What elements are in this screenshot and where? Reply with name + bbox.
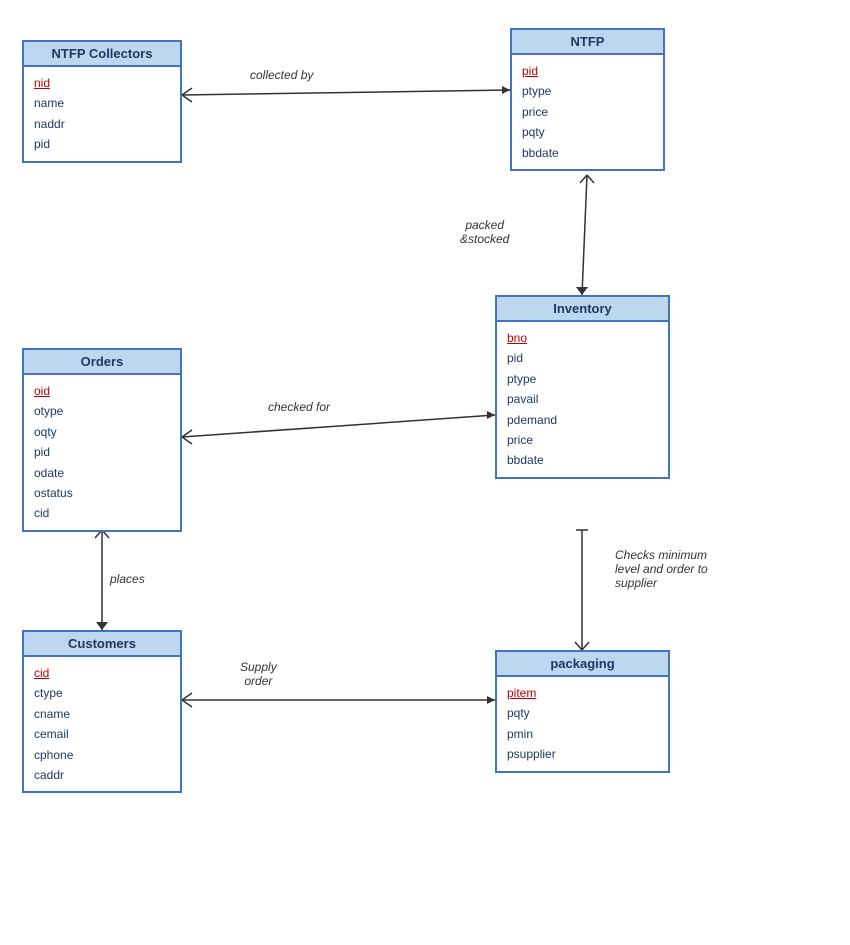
entity-orders: Orders oid otype oqty pid odate ostatus … xyxy=(22,348,182,532)
entity-inventory-body: bno pid ptype pavail pdemand price bbdat… xyxy=(497,322,668,477)
entity-customers-body: cid ctype cname cemail cphone caddr xyxy=(24,657,180,791)
attr-caddr: caddr xyxy=(34,765,170,785)
rel-label-supply-order: Supplyorder xyxy=(240,660,277,688)
attr-ostatus: ostatus xyxy=(34,483,170,503)
attr-cid-orders: cid xyxy=(34,503,170,523)
attr-oqty: oqty xyxy=(34,422,170,442)
attr-price-inventory: price xyxy=(507,430,658,450)
attr-otype: otype xyxy=(34,401,170,421)
rel-label-collected-by: collected by xyxy=(250,68,313,82)
entity-ntfp-collectors-title: NTFP Collectors xyxy=(24,42,180,67)
rel-label-places: places xyxy=(110,572,145,586)
attr-cname: cname xyxy=(34,704,170,724)
attr-pmin: pmin xyxy=(507,724,658,744)
attr-ptype-ntfp: ptype xyxy=(522,81,653,101)
attr-psupplier: psupplier xyxy=(507,744,658,764)
entity-customers: Customers cid ctype cname cemail cphone … xyxy=(22,630,182,793)
attr-price-ntfp: price xyxy=(522,102,653,122)
attr-bbdate-ntfp: bbdate xyxy=(522,143,653,163)
attr-bbdate-inventory: bbdate xyxy=(507,450,658,470)
attr-pid-inventory: pid xyxy=(507,348,658,368)
attr-odate: odate xyxy=(34,463,170,483)
attr-ctype: ctype xyxy=(34,683,170,703)
entity-inventory: Inventory bno pid ptype pavail pdemand p… xyxy=(495,295,670,479)
rel-label-checked-for: checked for xyxy=(268,400,330,414)
attr-pitem: pitem xyxy=(507,683,658,703)
attr-cphone: cphone xyxy=(34,745,170,765)
attr-nid: nid xyxy=(34,73,170,93)
entity-customers-title: Customers xyxy=(24,632,180,657)
attr-naddr: naddr xyxy=(34,114,170,134)
attr-pid-ntfp: pid xyxy=(522,61,653,81)
attr-pdemand: pdemand xyxy=(507,410,658,430)
attr-cid: cid xyxy=(34,663,170,683)
entity-packaging-body: pitem pqty pmin psupplier xyxy=(497,677,668,771)
entity-ntfp-collectors-body: nid name naddr pid xyxy=(24,67,180,161)
attr-pavail: pavail xyxy=(507,389,658,409)
attr-pqty-ntfp: pqty xyxy=(522,122,653,142)
attr-cemail: cemail xyxy=(34,724,170,744)
diagram-canvas: collected by packed&stocked checked for … xyxy=(0,0,850,945)
entity-ntfp-body: pid ptype price pqty bbdate xyxy=(512,55,663,169)
attr-oid: oid xyxy=(34,381,170,401)
attr-pqty-pkg: pqty xyxy=(507,703,658,723)
attr-name: name xyxy=(34,93,170,113)
rel-label-checks-min: Checks minimumlevel and order tosupplier xyxy=(615,548,745,590)
entity-inventory-title: Inventory xyxy=(497,297,668,322)
attr-pid-orders: pid xyxy=(34,442,170,462)
attr-ptype-inventory: ptype xyxy=(507,369,658,389)
rel-label-packed: packed&stocked xyxy=(460,218,509,246)
attr-pid-collectors: pid xyxy=(34,134,170,154)
entity-orders-title: Orders xyxy=(24,350,180,375)
entity-ntfp-collectors: NTFP Collectors nid name naddr pid xyxy=(22,40,182,163)
entity-ntfp: NTFP pid ptype price pqty bbdate xyxy=(510,28,665,171)
entity-packaging-title: packaging xyxy=(497,652,668,677)
entity-ntfp-title: NTFP xyxy=(512,30,663,55)
attr-bno: bno xyxy=(507,328,658,348)
entity-orders-body: oid otype oqty pid odate ostatus cid xyxy=(24,375,180,530)
entity-packaging: packaging pitem pqty pmin psupplier xyxy=(495,650,670,773)
